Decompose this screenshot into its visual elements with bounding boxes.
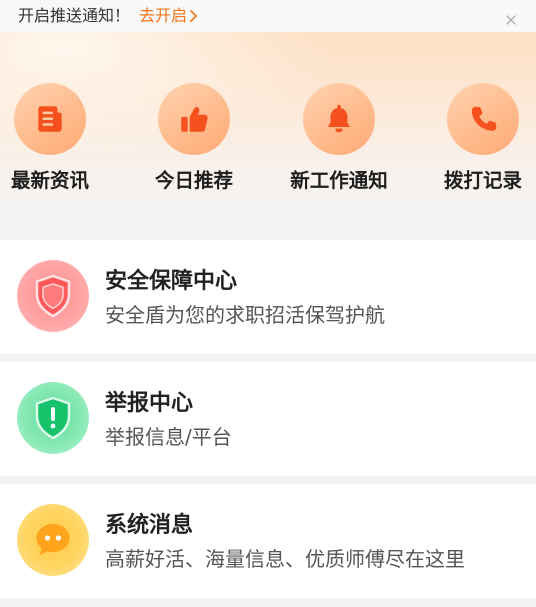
card-title: 举报中心 <box>105 391 194 416</box>
card-subtitle: 安全盾为您的求职招活保驾护航 <box>105 303 385 327</box>
close-icon[interactable] <box>505 11 517 25</box>
quick-action-latest-news[interactable]: 最新资讯 <box>0 83 100 193</box>
card-icon-circle <box>17 382 89 454</box>
card-title: 安全保障中心 <box>105 269 238 294</box>
enable-push-link[interactable]: 去开启 <box>139 5 198 27</box>
card-icon-circle <box>17 504 89 576</box>
chevron-right-icon <box>190 10 197 22</box>
quick-action-label: 今日推荐 <box>154 169 233 192</box>
report-center-card[interactable]: 举报中心 举报信息/平台 <box>0 362 536 476</box>
card-title: 系统消息 <box>105 513 194 538</box>
card-icon-circle <box>17 260 89 332</box>
quick-action-label: 拨打记录 <box>443 169 522 192</box>
quick-action-today-picks[interactable]: 今日推荐 <box>144 83 244 193</box>
quick-action-label: 新工作通知 <box>290 169 388 192</box>
quick-action-icon-circle <box>447 83 519 155</box>
card-subtitle: 举报信息/平台 <box>105 425 232 449</box>
quick-action-call-history[interactable]: 拨打记录 <box>433 83 533 193</box>
push-notice-bar: 开启推送通知！ 去开启 <box>0 0 536 32</box>
quick-action-icon-circle <box>14 83 86 155</box>
chat-bubble-icon <box>36 524 70 556</box>
newspaper-icon <box>38 106 62 132</box>
phone-icon <box>471 106 497 131</box>
report-shield-icon <box>35 396 71 440</box>
system-messages-card[interactable]: 系统消息 高薪好活、海量信息、优质师傅尽在这里 <box>0 484 536 598</box>
thumbs-up-icon <box>181 107 208 132</box>
enable-push-label: 去开启 <box>139 6 188 25</box>
safety-shield-icon <box>35 274 71 318</box>
quick-action-icon-circle <box>158 83 230 155</box>
card-subtitle: 高薪好活、海量信息、优质师傅尽在这里 <box>105 547 465 571</box>
quick-action-icon-circle <box>303 83 375 155</box>
safety-center-card[interactable]: 安全保障中心 安全盾为您的求职招活保驾护航 <box>0 240 536 354</box>
notice-text: 开启推送通知！ <box>18 6 131 25</box>
quick-action-new-job-notice[interactable]: 新工作通知 <box>289 83 389 193</box>
quick-action-label: 最新资讯 <box>10 169 89 192</box>
bell-icon <box>327 104 351 133</box>
